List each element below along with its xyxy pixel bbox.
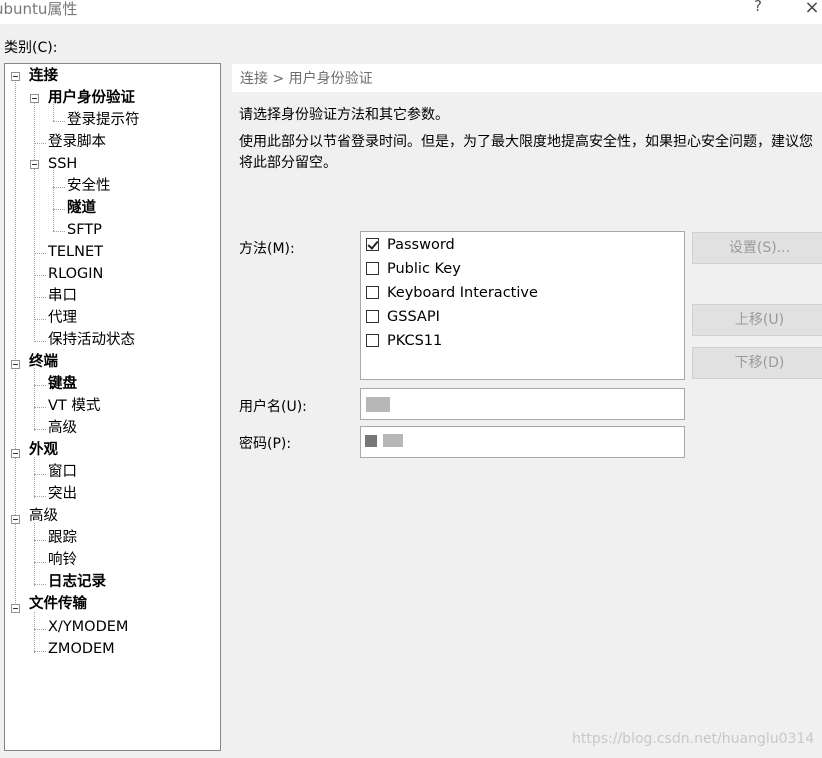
- method-item-gssapi[interactable]: GSSAPI: [366, 306, 440, 328]
- tree-connector: [34, 651, 46, 652]
- tree-connector: [34, 584, 46, 585]
- tree-item-terminal-advanced[interactable]: 高级: [48, 417, 77, 439]
- tree-item-keepalive[interactable]: 保持活动状态: [48, 329, 135, 351]
- breadcrumb: 连接 > 用户身份验证: [240, 71, 373, 87]
- tree-connector: [34, 102, 35, 342]
- tree-connector: [34, 457, 35, 498]
- tree-connector: [34, 319, 46, 320]
- tree-item-advanced[interactable]: 高级: [29, 505, 58, 527]
- checkbox-icon[interactable]: [366, 262, 379, 275]
- tree-connector: [34, 253, 46, 254]
- tree-connector: [15, 80, 16, 607]
- method-item-public-key[interactable]: Public Key: [366, 258, 461, 280]
- tree-item-telnet[interactable]: TELNET: [48, 241, 103, 263]
- tree-item-file-transfer[interactable]: 文件传输: [29, 593, 87, 615]
- tree-connector: [34, 297, 46, 298]
- tree-item-proxy[interactable]: 代理: [48, 307, 77, 329]
- tree-connector: [34, 523, 35, 586]
- password-input[interactable]: [360, 426, 685, 458]
- tree-item-tunnel[interactable]: 隧道: [67, 197, 96, 219]
- tree-item-logging[interactable]: 日志记录: [48, 571, 106, 593]
- tree-item-window[interactable]: 窗口: [48, 461, 77, 483]
- checkbox-checked-icon[interactable]: [366, 238, 379, 251]
- watermark: https://blog.csdn.net/huanglu0314: [572, 731, 815, 747]
- settings-button[interactable]: 设置(S)...: [692, 232, 822, 264]
- tree-connector: [34, 275, 46, 276]
- tree-item-trace[interactable]: 跟踪: [48, 527, 77, 549]
- tree-item-highlight[interactable]: 突出: [48, 483, 77, 505]
- tree-item-connection[interactable]: 连接: [29, 65, 58, 87]
- collapse-icon[interactable]: [30, 94, 39, 103]
- tree-item-serial[interactable]: 串口: [48, 285, 77, 307]
- tree-item-zmodem[interactable]: ZMODEM: [48, 638, 115, 660]
- tree-item-user-auth[interactable]: 用户身份验证: [48, 87, 135, 109]
- redacted-text: [383, 434, 403, 447]
- tree-connector: [34, 612, 35, 653]
- checkbox-icon[interactable]: [366, 334, 379, 347]
- tree-connector: [34, 143, 46, 144]
- tree-connector: [34, 496, 46, 497]
- collapse-icon[interactable]: [11, 360, 20, 369]
- method-label-text: PKCS11: [387, 333, 443, 349]
- tree-item-sftp[interactable]: SFTP: [67, 219, 102, 241]
- tree-item-terminal[interactable]: 终端: [29, 351, 58, 373]
- method-label-text: GSSAPI: [387, 309, 440, 325]
- collapse-icon[interactable]: [11, 515, 20, 524]
- window-title: ubuntu属性: [0, 0, 78, 18]
- tree-item-keyboard[interactable]: 键盘: [48, 373, 77, 395]
- move-up-button[interactable]: 上移(U): [692, 304, 822, 336]
- collapse-icon[interactable]: [11, 604, 20, 613]
- tree-item-rlogin[interactable]: RLOGIN: [48, 263, 103, 285]
- title-bar: ubuntu属性 ? ×: [0, 0, 822, 24]
- method-item-keyboard-interactive[interactable]: Keyboard Interactive: [366, 282, 538, 304]
- redacted-text: [365, 435, 377, 447]
- tree-item-vt-mode[interactable]: VT 模式: [48, 395, 100, 417]
- tree-connector: [53, 209, 65, 210]
- tree-connector: [34, 562, 46, 563]
- move-down-button[interactable]: 下移(D): [692, 347, 822, 379]
- tree-connector: [34, 385, 46, 386]
- tree-connector: [34, 407, 46, 408]
- method-label-text: Keyboard Interactive: [387, 285, 538, 301]
- tree-item-xymodem[interactable]: X/YMODEM: [48, 616, 128, 638]
- tree-connector: [34, 429, 46, 430]
- tree-item-appearance[interactable]: 外观: [29, 439, 58, 461]
- method-item-password[interactable]: Password: [366, 234, 455, 256]
- username-label: 用户名(U):: [239, 399, 307, 415]
- tree-item-bell[interactable]: 响铃: [48, 549, 77, 571]
- tree-connector: [34, 368, 35, 431]
- section-header: 连接 > 用户身份验证: [232, 64, 822, 92]
- description-text: 请选择身份验证方法和其它参数。: [239, 107, 449, 123]
- close-button[interactable]: ×: [800, 0, 822, 18]
- tree-connector: [53, 121, 65, 122]
- tree-item-ssh[interactable]: SSH: [48, 153, 77, 175]
- tree-connector: [53, 187, 65, 188]
- tree-connector: [34, 341, 46, 342]
- collapse-icon[interactable]: [30, 160, 39, 169]
- tree-item-login-script[interactable]: 登录脚本: [48, 131, 106, 153]
- description-text: 使用此部分以节省登录时间。但是，为了最大限度地提高安全性，如果担心安全问题，建议…: [239, 134, 813, 171]
- method-label: 方法(M):: [239, 241, 295, 257]
- tree-connector: [53, 231, 65, 232]
- tree-connector: [34, 629, 46, 630]
- tree-connector: [34, 540, 46, 541]
- method-list[interactable]: Password Public Key Keyboard Interactive…: [360, 231, 685, 380]
- tree-connector: [53, 168, 54, 231]
- checkbox-icon[interactable]: [366, 310, 379, 323]
- collapse-icon[interactable]: [11, 449, 20, 458]
- method-label-text: Public Key: [387, 261, 461, 277]
- collapse-icon[interactable]: [11, 72, 20, 81]
- redacted-text: [366, 397, 390, 412]
- method-item-pkcs11[interactable]: PKCS11: [366, 330, 442, 352]
- password-label: 密码(P):: [239, 436, 292, 452]
- username-input[interactable]: [360, 388, 685, 420]
- checkbox-icon[interactable]: [366, 286, 379, 299]
- tree-connector: [34, 474, 46, 475]
- category-label: 类别(C):: [4, 40, 58, 56]
- category-tree[interactable]: 连接 用户身份验证 登录提示符 登录脚本 SSH 安全性 隧道 SFTP TEL…: [4, 63, 221, 751]
- tree-item-security[interactable]: 安全性: [67, 175, 111, 197]
- help-button[interactable]: ?: [748, 0, 768, 17]
- method-label-text: Password: [387, 237, 455, 253]
- tree-item-login-prompt[interactable]: 登录提示符: [67, 109, 140, 131]
